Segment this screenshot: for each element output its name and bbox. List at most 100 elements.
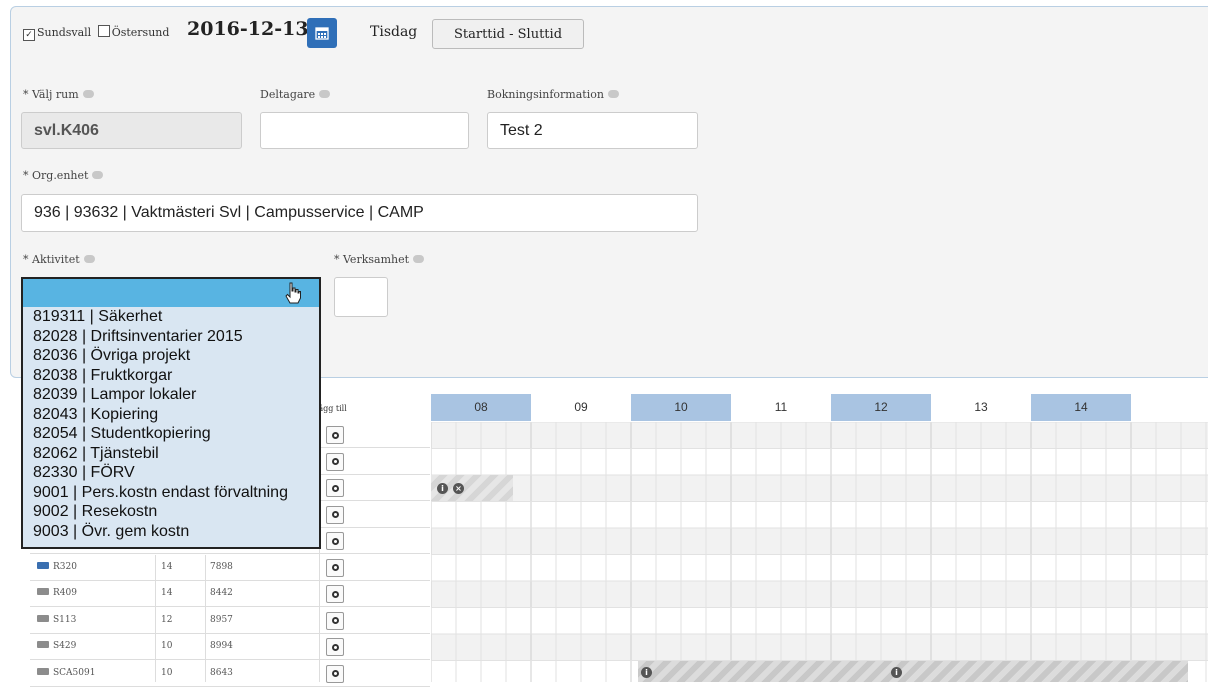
add-booking-button[interactable] [326, 452, 344, 471]
grid-row-bg [431, 581, 1208, 608]
activity-label: * Aktivitet [23, 253, 95, 266]
seats-cell: 12 [161, 614, 173, 625]
add-booking-button[interactable] [326, 638, 344, 656]
help-bubble-icon[interactable] [607, 90, 619, 98]
booking-block[interactable]: i × [431, 475, 513, 501]
plus-circle-icon [331, 590, 339, 598]
monitor-icon [37, 588, 49, 595]
room-name-cell[interactable]: R320 [37, 555, 77, 580]
activity-option[interactable]: 9002 | Resekostn [23, 502, 319, 522]
booking-block-wide[interactable]: i i [638, 661, 1188, 682]
schedule-grid[interactable] [430, 421, 1208, 687]
add-booking-button[interactable] [326, 505, 344, 524]
seats-cell: 10 [161, 641, 173, 651]
plus-circle-icon [331, 617, 339, 624]
room-name-cell[interactable]: S113 [37, 608, 76, 633]
activity-option[interactable]: 9003 | Övr. gem kostn [23, 522, 319, 542]
activity-options: 819311 | Säkerhet 82028 | Driftsinventari… [23, 307, 319, 541]
add-booking-button[interactable] [326, 664, 344, 683]
participants-label: Deltagare [260, 88, 331, 101]
activity-option[interactable]: 82028 | Driftsinventarier 2015 [23, 327, 319, 347]
calendar-icon [315, 27, 329, 40]
activity-option[interactable]: 82039 | Lampor lokaler [23, 385, 319, 405]
schedule-grid-lines [430, 421, 1208, 687]
time-range-button[interactable]: Starttid - Sluttid [432, 19, 584, 49]
info-icon[interactable]: i [891, 667, 902, 678]
plus-circle-icon [331, 511, 339, 518]
participants-field[interactable] [260, 112, 469, 149]
help-bubble-icon[interactable] [83, 255, 95, 263]
add-booking-button[interactable] [326, 479, 344, 497]
room-label: * Välj rum [23, 88, 94, 101]
business-field[interactable] [334, 277, 388, 317]
weekday-label: Tisdag [370, 24, 418, 40]
room-field: svl.K406 [21, 112, 242, 149]
grid-row-bg [431, 501, 1208, 528]
activity-option[interactable]: 82330 | FÖRV [23, 463, 319, 483]
add-booking-button[interactable] [326, 585, 344, 603]
number-cell: 7898 [210, 561, 233, 572]
hour-header: 14 [1031, 394, 1131, 421]
remove-icon[interactable]: × [453, 483, 464, 494]
number-cell: 8994 [210, 641, 233, 651]
plus-circle-icon [331, 458, 339, 465]
hour-header: 10 [631, 394, 731, 421]
table-row: S113 12 8957 [30, 608, 430, 634]
add-booking-button[interactable] [326, 611, 344, 630]
help-bubble-icon[interactable] [413, 255, 425, 263]
grid-row-bg [431, 528, 1208, 555]
number-cell: 8442 [210, 588, 233, 598]
grid-row-bg [431, 634, 1208, 661]
add-booking-button[interactable] [326, 558, 344, 577]
checkbox-unchecked-icon[interactable] [97, 25, 110, 37]
activity-option[interactable]: 82043 | Kopiering [23, 405, 319, 425]
info-icon[interactable]: i [641, 667, 652, 678]
org-unit-field[interactable]: 936 | 93632 | Vaktmästeri Svl | Campusse… [21, 194, 698, 232]
checkbox-checked-icon[interactable]: ✓ [23, 29, 35, 41]
room-name-cell[interactable]: R409 [37, 581, 77, 606]
plus-circle-icon [331, 431, 339, 439]
activity-option[interactable]: 82062 | Tjänstebil [23, 444, 319, 464]
grid-row-bg [431, 475, 1208, 502]
table-row: S429 10 8994 [30, 634, 430, 660]
grid-row-bg [431, 554, 1208, 581]
add-booking-button[interactable] [326, 532, 344, 550]
number-cell: 8957 [210, 614, 233, 625]
activity-option[interactable]: 82054 | Studentkopiering [23, 424, 319, 444]
activity-option[interactable]: 82038 | Fruktkorgar [23, 366, 319, 386]
booking-info-field[interactable]: Test 2 [487, 112, 698, 149]
activity-option[interactable]: 819311 | Säkerhet [23, 307, 319, 327]
site-checkbox-sundsvall[interactable]: ✓ Sundsvall [23, 26, 91, 41]
help-bubble-icon[interactable] [82, 90, 94, 98]
site-filter: ✓ Sundsvall Östersund [23, 25, 169, 41]
help-bubble-icon[interactable] [319, 90, 331, 98]
booking-info-label: Bokningsinformation [487, 88, 619, 101]
plus-circle-icon [331, 484, 339, 492]
monitor-icon [37, 667, 49, 675]
plus-circle-icon [331, 537, 339, 545]
help-bubble-icon[interactable] [92, 171, 104, 179]
plus-circle-icon [331, 670, 339, 677]
grid-row-bg [431, 448, 1208, 475]
room-name-cell[interactable]: S429 [37, 634, 76, 659]
activity-option[interactable]: 9001 | Pers.kostn endast förvaltning [23, 483, 319, 503]
business-label: * Verksamhet [334, 253, 425, 266]
monitor-icon [37, 641, 49, 648]
plus-circle-icon [331, 564, 339, 571]
activity-option[interactable]: 82036 | Övriga projekt [23, 346, 319, 366]
grid-row-bg [431, 607, 1208, 634]
activity-dropdown-list[interactable]: 819311 | Säkerhet 82028 | Driftsinventari… [21, 277, 321, 549]
add-booking-button[interactable] [326, 426, 344, 444]
seats-cell: 14 [161, 561, 173, 572]
hour-header: 09 [574, 400, 588, 414]
activity-option-empty[interactable] [23, 279, 319, 307]
hour-header: 08 [431, 394, 531, 421]
hour-header: 12 [831, 394, 931, 421]
monitor-icon [37, 561, 49, 569]
site-checkbox-ostersund[interactable]: Östersund [97, 25, 169, 39]
info-icon[interactable]: i [437, 483, 448, 494]
table-row: R409 14 8442 [30, 581, 430, 607]
calendar-button[interactable] [307, 18, 337, 48]
plus-circle-icon [331, 643, 339, 651]
seats-cell: 14 [161, 588, 173, 598]
